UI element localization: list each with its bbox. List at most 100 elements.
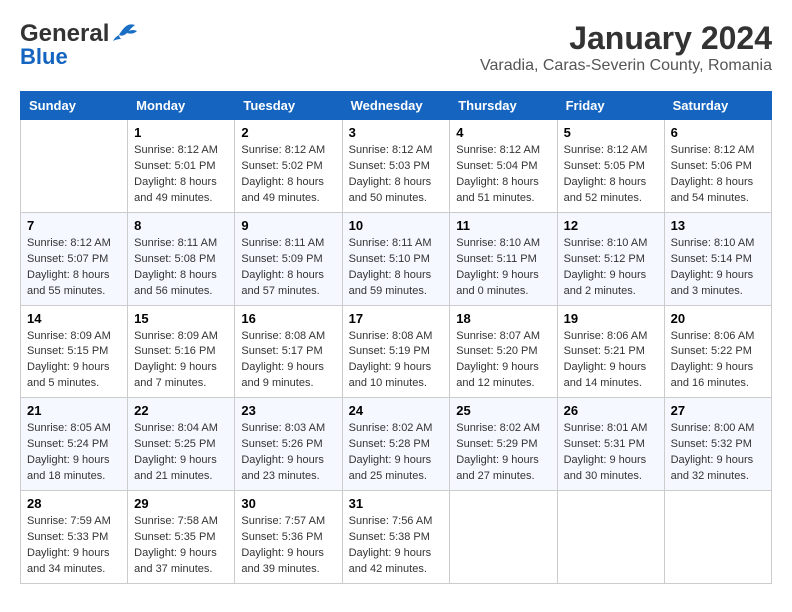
- calendar-cell: 17 Sunrise: 8:08 AM Sunset: 5:19 PM Dayli…: [342, 305, 450, 398]
- calendar-cell: 30 Sunrise: 7:57 AM Sunset: 5:36 PM Dayli…: [235, 491, 342, 584]
- page-header: General Blue January 2024 Varadia, Caras…: [20, 20, 772, 75]
- month-title: January 2024: [480, 20, 772, 57]
- calendar-cell: 21Sunrise: 8:05 AM Sunset: 5:24 PM Dayli…: [21, 398, 128, 491]
- calendar-cell: [21, 120, 128, 213]
- calendar-cell: 23 Sunrise: 8:03 AM Sunset: 5:26 PM Dayli…: [235, 398, 342, 491]
- calendar-cell: [664, 491, 771, 584]
- day-info: Sunrise: 7:57 AM Sunset: 5:36 PM Dayligh…: [241, 514, 335, 578]
- day-number: 5: [564, 125, 658, 140]
- day-info: Sunrise: 8:11 AM Sunset: 5:09 PM Dayligh…: [241, 236, 335, 300]
- logo-text-blue: Blue: [20, 44, 68, 70]
- day-info: Sunrise: 8:12 AM Sunset: 5:06 PM Dayligh…: [671, 143, 765, 207]
- calendar-cell: 20 Sunrise: 8:06 AM Sunset: 5:22 PM Dayli…: [664, 305, 771, 398]
- day-number: 29: [134, 496, 228, 511]
- day-number: 6: [671, 125, 765, 140]
- day-info: Sunrise: 8:03 AM Sunset: 5:26 PM Dayligh…: [241, 421, 335, 485]
- day-info: Sunrise: 8:09 AM Sunset: 5:16 PM Dayligh…: [134, 329, 228, 393]
- day-number: 3: [349, 125, 444, 140]
- col-header-thursday: Thursday: [450, 92, 557, 120]
- week-row-3: 14 Sunrise: 8:09 AM Sunset: 5:15 PM Dayli…: [21, 305, 772, 398]
- week-row-5: 28Sunrise: 7:59 AM Sunset: 5:33 PM Dayli…: [21, 491, 772, 584]
- day-info: Sunrise: 8:00 AM Sunset: 5:32 PM Dayligh…: [671, 421, 765, 485]
- calendar-cell: 14 Sunrise: 8:09 AM Sunset: 5:15 PM Dayli…: [21, 305, 128, 398]
- day-number: 27: [671, 403, 765, 418]
- calendar-cell: 25Sunrise: 8:02 AM Sunset: 5:29 PM Dayli…: [450, 398, 557, 491]
- day-number: 17: [349, 311, 444, 326]
- day-info: Sunrise: 8:12 AM Sunset: 5:01 PM Dayligh…: [134, 143, 228, 207]
- col-header-saturday: Saturday: [664, 92, 771, 120]
- calendar-cell: 26 Sunrise: 8:01 AM Sunset: 5:31 PM Dayli…: [557, 398, 664, 491]
- calendar-cell: 28Sunrise: 7:59 AM Sunset: 5:33 PM Dayli…: [21, 491, 128, 584]
- day-number: 11: [456, 218, 550, 233]
- day-number: 26: [564, 403, 658, 418]
- day-number: 12: [564, 218, 658, 233]
- calendar-cell: 9 Sunrise: 8:11 AM Sunset: 5:09 PM Daylig…: [235, 212, 342, 305]
- calendar-cell: 5 Sunrise: 8:12 AM Sunset: 5:05 PM Daylig…: [557, 120, 664, 213]
- day-info: Sunrise: 8:12 AM Sunset: 5:03 PM Dayligh…: [349, 143, 444, 207]
- day-info: Sunrise: 8:12 AM Sunset: 5:07 PM Dayligh…: [27, 236, 121, 300]
- day-info: Sunrise: 8:04 AM Sunset: 5:25 PM Dayligh…: [134, 421, 228, 485]
- calendar-cell: 10 Sunrise: 8:11 AM Sunset: 5:10 PM Dayli…: [342, 212, 450, 305]
- day-info: Sunrise: 8:06 AM Sunset: 5:21 PM Dayligh…: [564, 329, 658, 393]
- day-info: Sunrise: 8:08 AM Sunset: 5:19 PM Dayligh…: [349, 329, 444, 393]
- day-info: Sunrise: 8:11 AM Sunset: 5:10 PM Dayligh…: [349, 236, 444, 300]
- col-header-tuesday: Tuesday: [235, 92, 342, 120]
- col-header-monday: Monday: [128, 92, 235, 120]
- day-info: Sunrise: 8:02 AM Sunset: 5:29 PM Dayligh…: [456, 421, 550, 485]
- week-row-4: 21Sunrise: 8:05 AM Sunset: 5:24 PM Dayli…: [21, 398, 772, 491]
- day-info: Sunrise: 8:02 AM Sunset: 5:28 PM Dayligh…: [349, 421, 444, 485]
- day-info: Sunrise: 8:09 AM Sunset: 5:15 PM Dayligh…: [27, 329, 121, 393]
- day-number: 22: [134, 403, 228, 418]
- day-number: 14: [27, 311, 121, 326]
- calendar-cell: 11Sunrise: 8:10 AM Sunset: 5:11 PM Dayli…: [450, 212, 557, 305]
- calendar-cell: 24 Sunrise: 8:02 AM Sunset: 5:28 PM Dayli…: [342, 398, 450, 491]
- day-info: Sunrise: 8:11 AM Sunset: 5:08 PM Dayligh…: [134, 236, 228, 300]
- day-number: 19: [564, 311, 658, 326]
- day-info: Sunrise: 8:06 AM Sunset: 5:22 PM Dayligh…: [671, 329, 765, 393]
- day-number: 24: [349, 403, 444, 418]
- calendar-cell: 7 Sunrise: 8:12 AM Sunset: 5:07 PM Daylig…: [21, 212, 128, 305]
- day-info: Sunrise: 7:56 AM Sunset: 5:38 PM Dayligh…: [349, 514, 444, 578]
- day-info: Sunrise: 8:01 AM Sunset: 5:31 PM Dayligh…: [564, 421, 658, 485]
- day-number: 4: [456, 125, 550, 140]
- day-info: Sunrise: 8:10 AM Sunset: 5:12 PM Dayligh…: [564, 236, 658, 300]
- day-info: Sunrise: 8:10 AM Sunset: 5:14 PM Dayligh…: [671, 236, 765, 300]
- col-header-sunday: Sunday: [21, 92, 128, 120]
- calendar-cell: 6 Sunrise: 8:12 AM Sunset: 5:06 PM Daylig…: [664, 120, 771, 213]
- calendar-cell: 8 Sunrise: 8:11 AM Sunset: 5:08 PM Daylig…: [128, 212, 235, 305]
- calendar-cell: 1Sunrise: 8:12 AM Sunset: 5:01 PM Daylig…: [128, 120, 235, 213]
- calendar-cell: 29 Sunrise: 7:58 AM Sunset: 5:35 PM Dayli…: [128, 491, 235, 584]
- day-number: 21: [27, 403, 121, 418]
- calendar-cell: [557, 491, 664, 584]
- day-info: Sunrise: 7:58 AM Sunset: 5:35 PM Dayligh…: [134, 514, 228, 578]
- calendar-table: SundayMondayTuesdayWednesdayThursdayFrid…: [20, 91, 772, 584]
- day-number: 28: [27, 496, 121, 511]
- day-number: 15: [134, 311, 228, 326]
- week-row-1: 1Sunrise: 8:12 AM Sunset: 5:01 PM Daylig…: [21, 120, 772, 213]
- day-number: 8: [134, 218, 228, 233]
- calendar-cell: 31Sunrise: 7:56 AM Sunset: 5:38 PM Dayli…: [342, 491, 450, 584]
- logo-bird-icon: [111, 23, 139, 45]
- week-row-2: 7 Sunrise: 8:12 AM Sunset: 5:07 PM Daylig…: [21, 212, 772, 305]
- day-number: 13: [671, 218, 765, 233]
- day-number: 7: [27, 218, 121, 233]
- calendar-cell: 4Sunrise: 8:12 AM Sunset: 5:04 PM Daylig…: [450, 120, 557, 213]
- calendar-cell: 18 Sunrise: 8:07 AM Sunset: 5:20 PM Dayli…: [450, 305, 557, 398]
- calendar-cell: 13 Sunrise: 8:10 AM Sunset: 5:14 PM Dayli…: [664, 212, 771, 305]
- calendar-cell: 22 Sunrise: 8:04 AM Sunset: 5:25 PM Dayli…: [128, 398, 235, 491]
- day-info: Sunrise: 8:12 AM Sunset: 5:05 PM Dayligh…: [564, 143, 658, 207]
- day-number: 23: [241, 403, 335, 418]
- calendar-cell: 3 Sunrise: 8:12 AM Sunset: 5:03 PM Daylig…: [342, 120, 450, 213]
- day-number: 10: [349, 218, 444, 233]
- location-subtitle: Varadia, Caras-Severin County, Romania: [480, 57, 772, 75]
- day-number: 18: [456, 311, 550, 326]
- calendar-cell: 27 Sunrise: 8:00 AM Sunset: 5:32 PM Dayli…: [664, 398, 771, 491]
- calendar-cell: 15 Sunrise: 8:09 AM Sunset: 5:16 PM Dayli…: [128, 305, 235, 398]
- calendar-cell: 12 Sunrise: 8:10 AM Sunset: 5:12 PM Dayli…: [557, 212, 664, 305]
- calendar-cell: 19 Sunrise: 8:06 AM Sunset: 5:21 PM Dayli…: [557, 305, 664, 398]
- day-info: Sunrise: 8:07 AM Sunset: 5:20 PM Dayligh…: [456, 329, 550, 393]
- calendar-cell: 2Sunrise: 8:12 AM Sunset: 5:02 PM Daylig…: [235, 120, 342, 213]
- day-number: 9: [241, 218, 335, 233]
- day-number: 20: [671, 311, 765, 326]
- day-number: 30: [241, 496, 335, 511]
